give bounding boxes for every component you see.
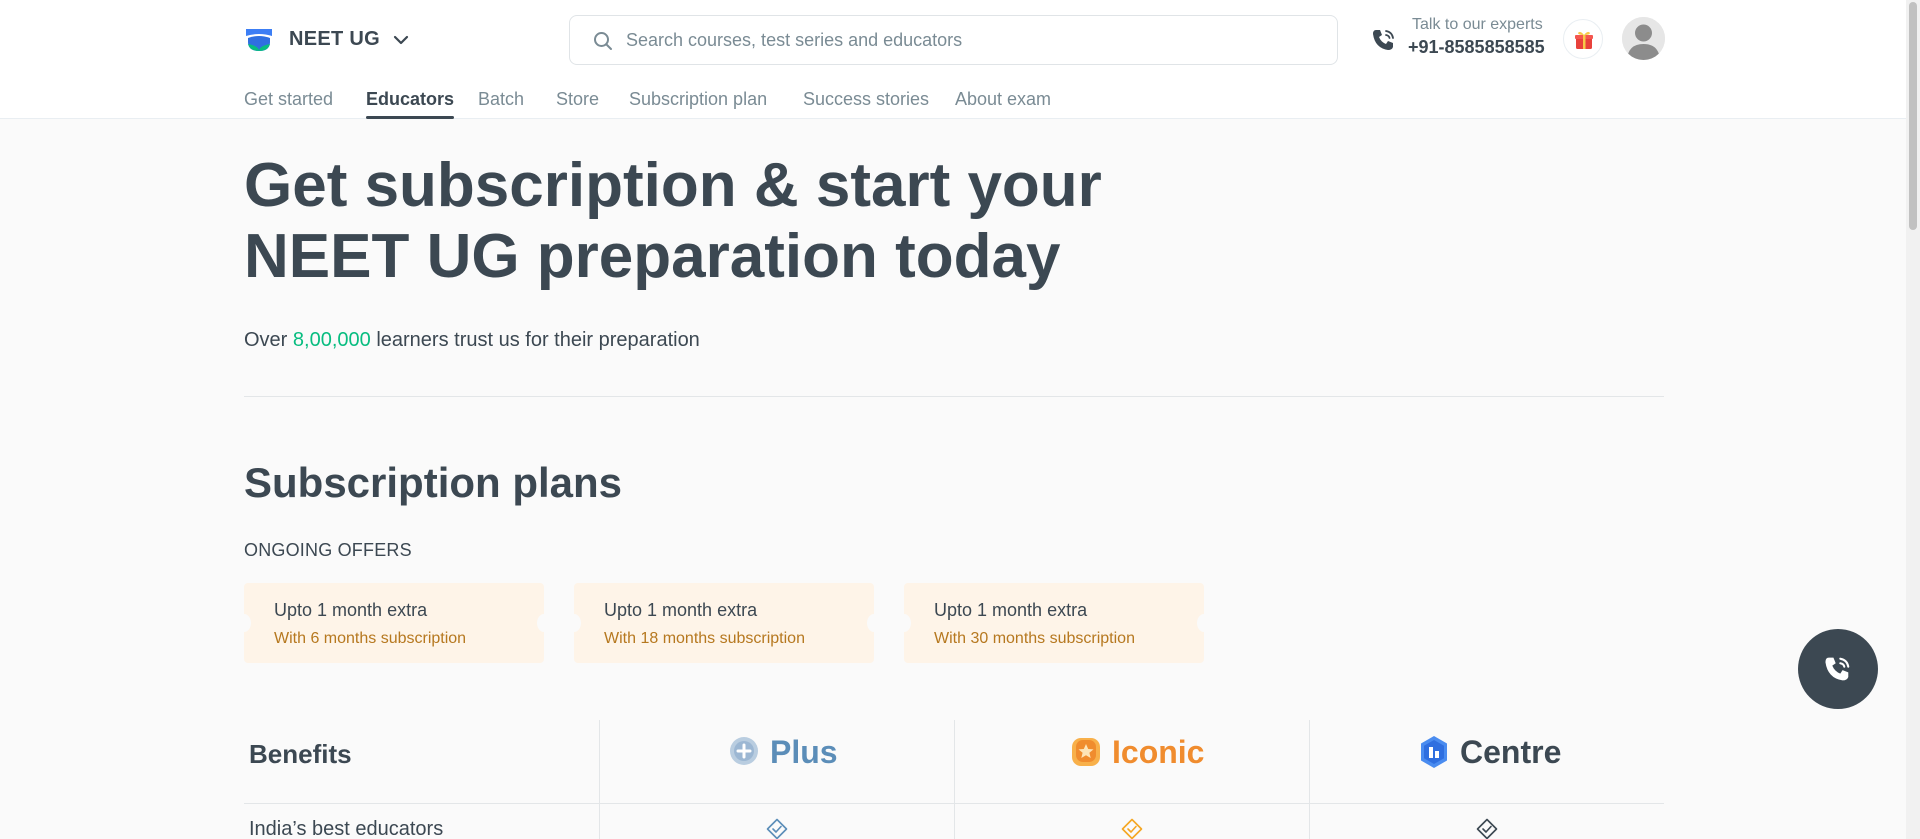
benefits-column-header: Benefits (249, 739, 352, 769)
page-title: Get subscription & start your NEET UG pr… (244, 150, 1144, 292)
nav-about-exam[interactable]: About exam (955, 89, 1051, 119)
scrollbar-thumb[interactable] (1909, 2, 1917, 230)
talk-to-experts-label: Talk to our experts (1412, 16, 1543, 33)
plan-name-centre: Centre (1460, 733, 1562, 770)
nav-success-stories[interactable]: Success stories (803, 89, 929, 119)
offer-title: Upto 1 month extra (934, 600, 1088, 620)
nav-batch[interactable]: Batch (478, 89, 524, 119)
plan-header-plus: Plus (726, 732, 838, 772)
nav-educators[interactable]: Educators (366, 89, 455, 119)
gift-icon (1575, 31, 1593, 49)
learners-count-text: Over 8,00,000 learners trust us for thei… (244, 329, 700, 352)
offer-subtitle: With 18 months subscription (604, 630, 805, 647)
section-divider (244, 396, 1664, 397)
gift-button[interactable] (1563, 19, 1603, 59)
search-input[interactable]: Search courses, test series and educator… (569, 15, 1338, 65)
goal-selector[interactable]: NEET UG (289, 28, 380, 51)
search-placeholder: Search courses, test series and educator… (626, 30, 963, 50)
plan-name-plus: Plus (770, 733, 838, 770)
unacademy-logo-icon[interactable] (244, 28, 274, 52)
check-badge-icon (1476, 818, 1498, 839)
avatar[interactable] (1622, 17, 1665, 60)
plan-name-iconic: Iconic (1112, 733, 1205, 770)
row-divider (244, 803, 1664, 804)
learners-prefix: Over (244, 329, 293, 351)
plan-header-iconic: Iconic (1068, 732, 1204, 772)
expert-phone-number[interactable]: +91-8585858585 (1408, 37, 1545, 58)
user-avatar-icon (1622, 17, 1665, 60)
column-divider (599, 720, 600, 839)
plan-header-centre: Centre (1416, 732, 1561, 772)
phone-call-icon (1825, 657, 1850, 681)
learners-count: 8,00,000 (292, 329, 371, 351)
page-title-line-1: Get subscription & start your (244, 151, 1102, 220)
star-badge-icon (1072, 738, 1100, 766)
nav-get-started[interactable]: Get started (244, 89, 333, 119)
subscription-plans-heading: Subscription plans (244, 459, 623, 506)
learners-suffix: learners trust us for their preparation (370, 329, 700, 351)
column-divider (1309, 720, 1310, 839)
column-divider (954, 720, 955, 839)
chevron-down-icon[interactable] (391, 30, 411, 50)
nav-store[interactable]: Store (556, 89, 599, 119)
plus-badge-icon (730, 737, 758, 765)
centre-badge-icon (1421, 736, 1447, 768)
offer-card-6-months: Upto 1 month extra With 6 months subscri… (237, 583, 551, 663)
offer-title: Upto 1 month extra (274, 600, 428, 620)
ongoing-offers-label: ONGOING OFFERS (244, 540, 412, 560)
nav-subscription-plan[interactable]: Subscription plan (629, 89, 767, 119)
top-bar: NEET UG Search courses, test series and … (0, 0, 1906, 119)
offer-card-30-months: Upto 1 month extra With 30 months subscr… (897, 583, 1211, 663)
phone-call-icon (1373, 30, 1394, 50)
check-badge-icon (766, 818, 788, 839)
call-us-floating-button[interactable] (1798, 629, 1878, 709)
offer-title: Upto 1 month extra (604, 600, 758, 620)
offer-card-18-months: Upto 1 month extra With 18 months subscr… (567, 583, 881, 663)
benefit-row-label: India’s best educators (249, 818, 444, 839)
offer-subtitle: With 6 months subscription (274, 630, 467, 647)
check-badge-icon (1121, 818, 1143, 839)
offer-subtitle: With 30 months subscription (934, 630, 1135, 647)
page-title-line-2: NEET UG preparation today (244, 222, 1061, 291)
search-icon (594, 32, 612, 50)
